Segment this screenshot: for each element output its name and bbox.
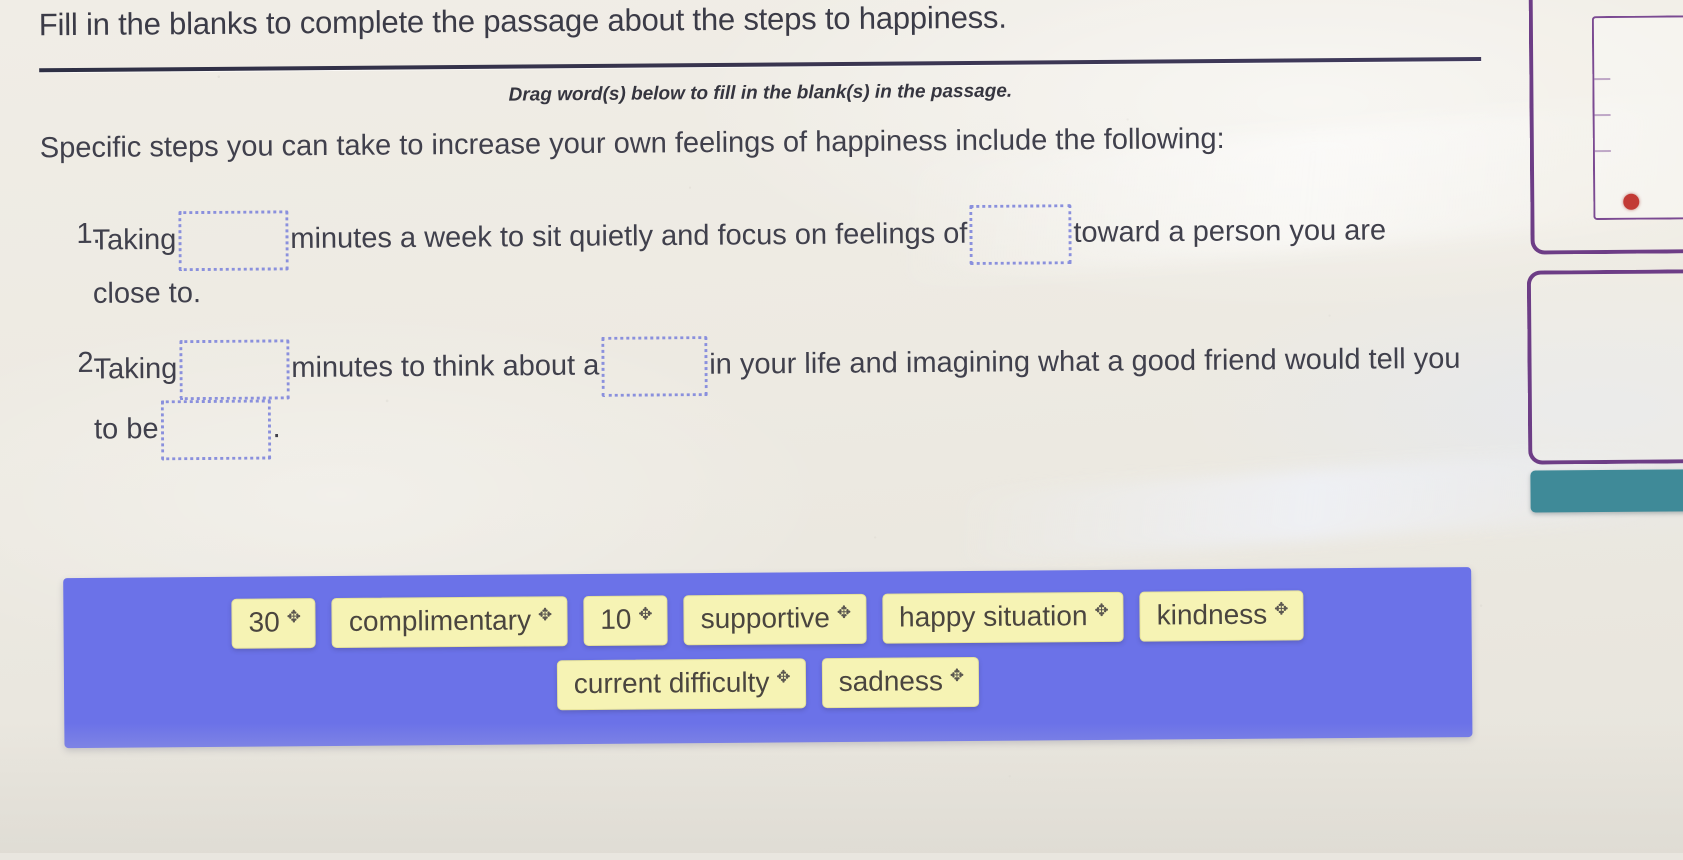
question-content: Fill in the blanks to complete the passa…: [0, 0, 1683, 860]
move-handle-icon[interactable]: ✥: [837, 603, 851, 622]
text-segment: Taking: [93, 352, 178, 386]
word-tile-current-difficulty[interactable]: current difficulty ✥: [556, 658, 806, 711]
word-bank-row-2: current difficulty ✥ sadness ✥: [78, 653, 1458, 714]
list-item: 1. Taking minutes a week to sit quietly a…: [40, 201, 1461, 317]
passage-list: 1. Taking minutes a week to sit quietly a…: [40, 201, 1462, 485]
move-handle-icon[interactable]: ✥: [638, 604, 652, 623]
thermometer-graphic: [1591, 15, 1683, 221]
side-action-button[interactable]: [1530, 469, 1683, 513]
word-tile-sadness[interactable]: sadness ✥: [821, 657, 980, 709]
word-tile-label: 10: [600, 603, 632, 635]
text-segment: .: [272, 411, 281, 445]
blank-2-3[interactable]: [160, 399, 271, 461]
list-item-body: Taking minutes to think about a in your li…: [93, 330, 1462, 461]
word-tile-10[interactable]: 10 ✥: [583, 595, 668, 647]
word-tile-label: 30: [248, 606, 280, 638]
word-bank[interactable]: 30 ✥ complimentary ✥ 10 ✥ supportive ✥ happy…: [63, 567, 1473, 749]
title-divider: [39, 56, 1482, 73]
word-tile-complimentary[interactable]: complimentary ✥: [331, 596, 568, 649]
blank-2-2[interactable]: [601, 335, 708, 397]
move-handle-icon[interactable]: ✥: [538, 605, 552, 624]
word-tile-30[interactable]: 30 ✥: [231, 598, 317, 649]
move-handle-icon[interactable]: ✥: [950, 666, 964, 685]
blank-1-2[interactable]: [969, 204, 1072, 265]
page-title: Fill in the blanks to complete the passa…: [38, 0, 1007, 43]
word-tile-kindness[interactable]: kindness ✥: [1139, 590, 1304, 642]
word-tile-label: sadness: [838, 665, 944, 698]
word-tile-happy-situation[interactable]: happy situation ✥: [881, 591, 1124, 644]
list-item: 2. Taking minutes to think about a in your…: [41, 330, 1462, 461]
word-bank-row-1: 30 ✥ complimentary ✥ 10 ✥ supportive ✥ happy…: [77, 589, 1457, 650]
passage-intro: Specific steps you can take to increase …: [39, 122, 1225, 165]
word-tile-label: happy situation: [898, 600, 1088, 633]
word-tile-label: kindness: [1156, 598, 1268, 631]
list-item-number: 1.: [76, 217, 101, 251]
list-item-number: 2.: [77, 346, 102, 379]
blank-1-1[interactable]: [178, 210, 289, 272]
drag-instruction: Drag word(s) below to fill in the blank(…: [508, 80, 1013, 106]
text-segment: minutes to think about a: [291, 349, 600, 384]
text-segment: Taking: [92, 223, 177, 257]
word-tile-label: current difficulty: [573, 666, 770, 700]
blank-2-1[interactable]: [179, 339, 290, 401]
move-handle-icon[interactable]: ✥: [1274, 599, 1288, 618]
move-handle-icon[interactable]: ✥: [776, 668, 790, 687]
word-tile-label: complimentary: [348, 604, 532, 637]
side-panel-lower[interactable]: [1526, 269, 1683, 465]
word-tile-supportive[interactable]: supportive ✥: [683, 593, 867, 646]
thermometer-bulb-icon: [1623, 193, 1640, 210]
move-handle-icon[interactable]: ✥: [1094, 601, 1108, 620]
move-handle-icon[interactable]: ✥: [287, 607, 301, 626]
text-segment: minutes a week to sit quietly and focus …: [290, 217, 968, 255]
word-tile-label: supportive: [700, 602, 830, 635]
list-item-body: Taking minutes a week to sit quietly and …: [92, 201, 1461, 317]
